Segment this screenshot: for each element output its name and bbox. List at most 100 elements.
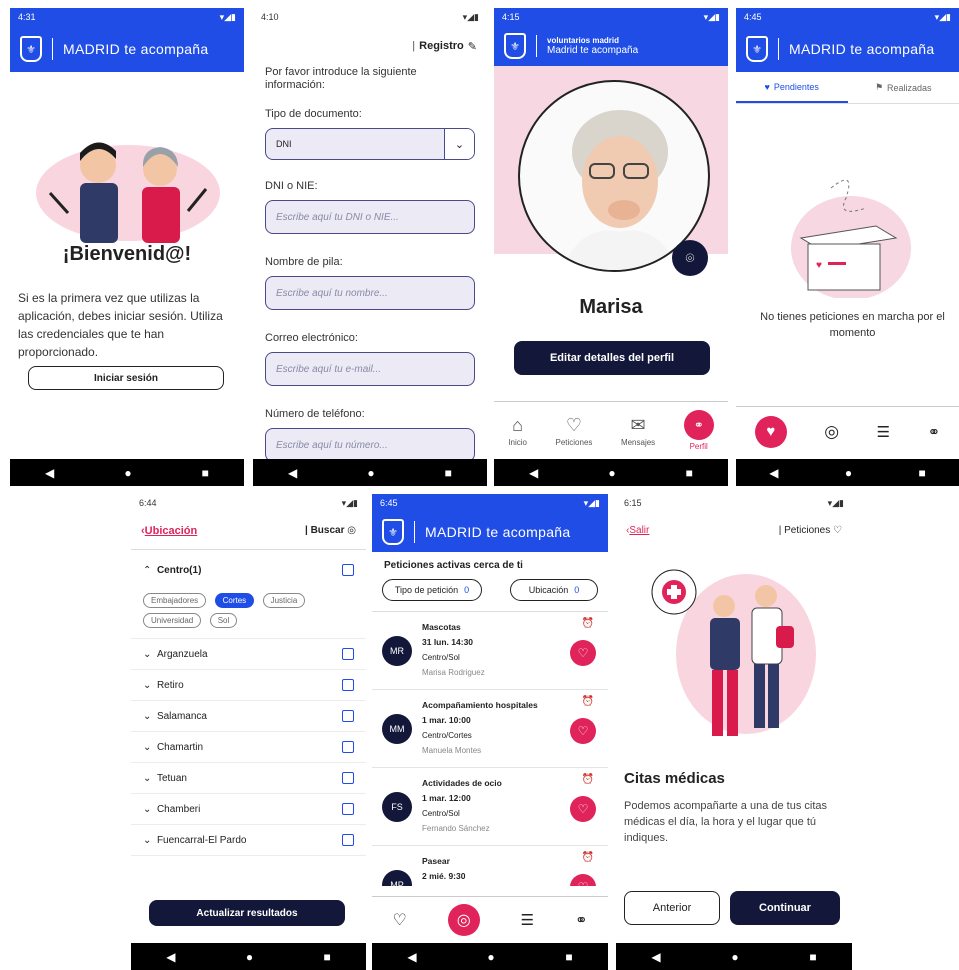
district-row[interactable]: ⌄ Arganzuela bbox=[131, 639, 366, 670]
tab-peticiones[interactable]: ♡ Peticiones bbox=[555, 415, 592, 447]
peticiones-label: | Peticiones ♡ bbox=[778, 524, 842, 536]
home-icon[interactable]: ● bbox=[608, 466, 615, 480]
back-icon[interactable]: ◀ bbox=[407, 950, 416, 964]
district-checkbox[interactable] bbox=[342, 710, 354, 722]
recents-icon[interactable]: ■ bbox=[809, 950, 816, 964]
dni-input[interactable]: Escribe aquí tu DNI o NIE... bbox=[265, 200, 475, 234]
home-icon[interactable]: ● bbox=[367, 466, 374, 480]
update-results-button[interactable]: Actualizar resultados bbox=[149, 900, 345, 926]
back-link[interactable]: ‹Ubicación bbox=[141, 525, 197, 537]
chevron-down-icon: ⌄ bbox=[143, 648, 152, 660]
search-button[interactable]: | Buscar ◎ bbox=[305, 525, 356, 536]
back-icon[interactable]: ◀ bbox=[651, 950, 660, 964]
district-checkbox[interactable] bbox=[342, 564, 354, 576]
tab-inicio[interactable]: ⌂ Inicio bbox=[508, 415, 527, 447]
back-icon[interactable]: ◀ bbox=[45, 466, 54, 480]
list-item[interactable]: FS Actividades de ocio 1 mar. 12:00 Centro… bbox=[372, 768, 608, 846]
name-label: Nombre de pila: bbox=[265, 256, 343, 268]
status-time: 6:45 bbox=[380, 498, 398, 508]
chip-justicia[interactable]: Justicia bbox=[262, 593, 306, 608]
profile-glasses-icon[interactable]: ⚭ bbox=[575, 911, 588, 929]
list-item[interactable]: MR Mascotas 31 lun. 14:30 Centro/Sol Marisa… bbox=[372, 612, 608, 690]
welcome-heading: ¡Bienvenid@! bbox=[62, 243, 192, 265]
status-time: 4:15 bbox=[502, 12, 520, 22]
alarm-icon: ⏰ bbox=[581, 852, 594, 863]
list-item[interactable]: MM Acompañamiento hospitales 1 mar. 10:00… bbox=[372, 690, 608, 768]
top-bar: 4:45 ▾◢▮ ⚜ MADRID te acompaña bbox=[736, 8, 959, 72]
tab-mensajes[interactable]: ✉ Mensajes bbox=[621, 415, 655, 447]
heart-tab-icon[interactable]: ♥ bbox=[754, 415, 787, 448]
target-tab-icon[interactable]: ◎ bbox=[447, 903, 480, 936]
recents-icon[interactable]: ■ bbox=[919, 466, 926, 480]
back-icon[interactable]: ◀ bbox=[529, 466, 538, 480]
heart-plus-icon[interactable]: ♡ bbox=[570, 718, 596, 744]
status-time: 6:15 bbox=[624, 498, 642, 508]
filter-location-button[interactable]: Ubicación 0 bbox=[510, 579, 598, 601]
chat-icon[interactable]: ☰ bbox=[877, 423, 890, 441]
district-row[interactable]: ⌄ Retiro bbox=[131, 670, 366, 701]
tab-realizadas[interactable]: ⚑ Realizadas bbox=[848, 72, 959, 103]
chip-universidad[interactable]: Universidad bbox=[143, 613, 202, 628]
recents-icon[interactable]: ■ bbox=[202, 466, 209, 480]
home-icon[interactable]: ● bbox=[124, 466, 131, 480]
district-row-expanded[interactable]: ⌃ Centro(1) bbox=[131, 550, 366, 590]
email-input[interactable]: Escribe aquí tu e-mail... bbox=[265, 352, 475, 386]
profile-glasses-icon[interactable]: ⚭ bbox=[928, 423, 941, 441]
back-icon[interactable]: ◀ bbox=[166, 950, 175, 964]
home-icon[interactable]: ● bbox=[731, 950, 738, 964]
previous-button[interactable]: Anterior bbox=[624, 891, 720, 925]
app-title: MADRID te acompaña bbox=[789, 41, 935, 57]
chat-icon[interactable]: ☰ bbox=[521, 911, 534, 929]
heart-plus-icon[interactable]: ♡ bbox=[570, 874, 596, 886]
heart-outline-icon: ♡ bbox=[565, 414, 583, 435]
back-icon[interactable]: ◀ bbox=[288, 466, 297, 480]
district-row[interactable]: ⌄ Salamanca bbox=[131, 701, 366, 732]
chip-cortes[interactable]: Cortes bbox=[214, 593, 255, 608]
filter-type-button[interactable]: Tipo de petición 0 bbox=[382, 579, 482, 601]
login-button[interactable]: Iniciar sesión bbox=[28, 366, 224, 390]
home-icon[interactable]: ● bbox=[845, 466, 852, 480]
recents-icon[interactable]: ■ bbox=[445, 466, 452, 480]
system-nav: ◀ ● ■ bbox=[131, 943, 366, 970]
home-icon[interactable]: ● bbox=[487, 950, 494, 964]
heart-plus-icon[interactable]: ♡ bbox=[570, 640, 596, 666]
camera-icon[interactable]: ⌾ bbox=[672, 240, 708, 276]
district-checkbox[interactable] bbox=[342, 648, 354, 660]
chevron-down-icon: ⌄ bbox=[143, 803, 152, 815]
target-icon[interactable]: ◎ bbox=[824, 422, 839, 442]
chip-sol[interactable]: Sol bbox=[209, 613, 238, 628]
district-checkbox[interactable] bbox=[342, 803, 354, 815]
chevron-down-icon: ⌄ bbox=[143, 679, 152, 691]
recents-icon[interactable]: ■ bbox=[686, 466, 693, 480]
name-input[interactable]: Escribe aquí tu nombre... bbox=[265, 276, 475, 310]
district-checkbox[interactable] bbox=[342, 772, 354, 784]
home-icon[interactable]: ● bbox=[246, 950, 253, 964]
list-item[interactable]: MP Pasear2 mié. 9:30 ⏰ ♡ bbox=[372, 846, 608, 886]
back-icon[interactable]: ◀ bbox=[769, 466, 778, 480]
exit-link[interactable]: ‹Salir bbox=[626, 525, 649, 536]
tab-pendientes[interactable]: ♥ Pendientes bbox=[736, 72, 848, 103]
flag-icon: ⚑ bbox=[874, 82, 884, 92]
district-checkbox[interactable] bbox=[342, 834, 354, 846]
chip-embajadores[interactable]: Embajadores bbox=[143, 593, 207, 608]
district-checkbox[interactable] bbox=[342, 679, 354, 691]
system-nav: ◀ ● ■ bbox=[736, 459, 959, 486]
district-row[interactable]: ⌄ Fuencarral-El Pardo bbox=[131, 825, 366, 856]
empty-box-illustration: ♥ bbox=[791, 179, 911, 298]
district-checkbox[interactable] bbox=[342, 741, 354, 753]
medical-illustration bbox=[651, 569, 816, 736]
district-row[interactable]: ⌄ Chamartin bbox=[131, 732, 366, 763]
signal-icon: ▾◢▮ bbox=[934, 11, 951, 22]
continue-button[interactable]: Continuar bbox=[730, 891, 840, 925]
recents-icon[interactable]: ■ bbox=[324, 950, 331, 964]
district-row[interactable]: ⌄ Tetuan bbox=[131, 763, 366, 794]
heart-plus-icon[interactable]: ♡ bbox=[570, 796, 596, 822]
tab-perfil[interactable]: ⚭ Perfil bbox=[683, 410, 714, 451]
district-row[interactable]: ⌄ Chamberi bbox=[131, 794, 366, 825]
phone-input[interactable]: Escribe aquí tu número... bbox=[265, 428, 475, 462]
edit-profile-button[interactable]: Editar detalles del perfil bbox=[514, 341, 710, 375]
doc-type-select[interactable]: DNI ⌄ bbox=[265, 128, 475, 160]
recents-icon[interactable]: ■ bbox=[565, 950, 572, 964]
heart-outline-icon[interactable]: ♡ bbox=[392, 910, 406, 930]
app-title: MADRID te acompaña bbox=[425, 524, 571, 540]
